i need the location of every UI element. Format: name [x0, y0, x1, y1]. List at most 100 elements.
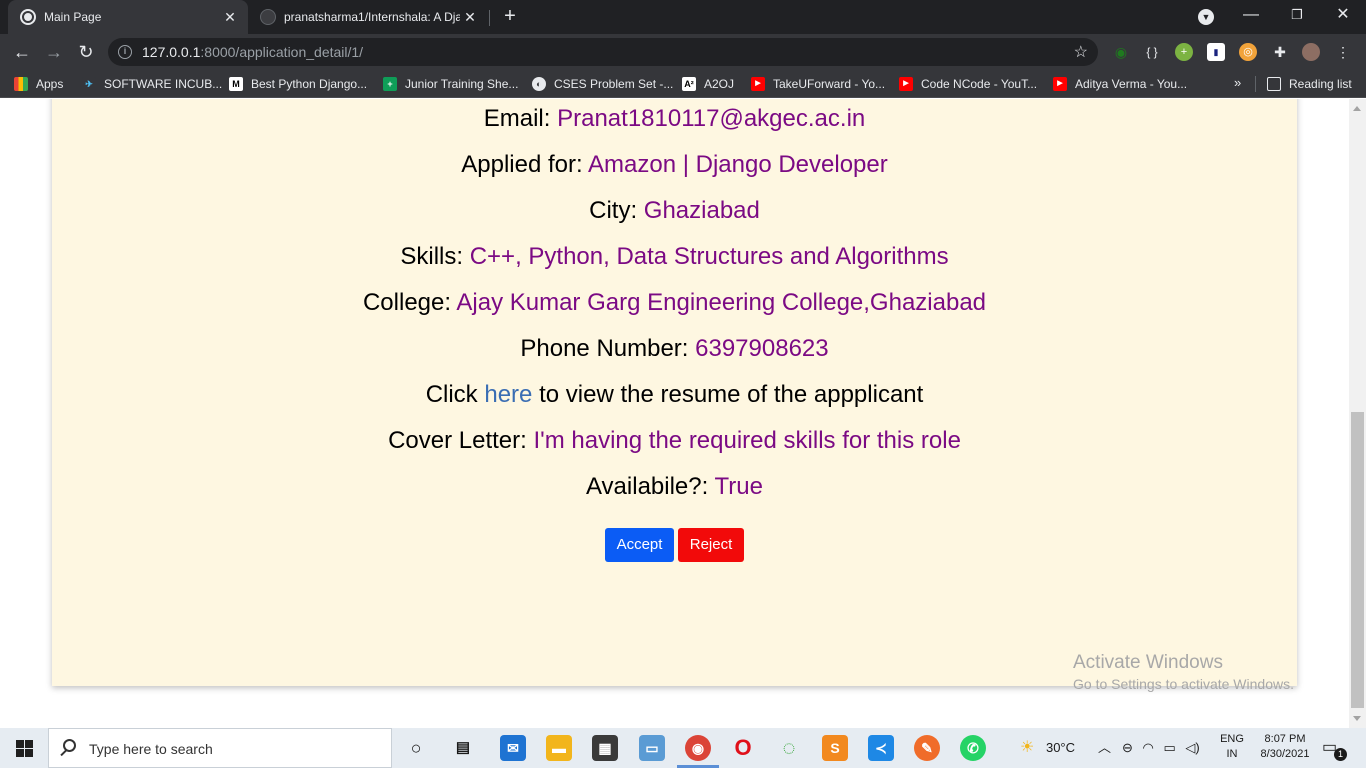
scrollbar-thumb[interactable] [1351, 412, 1364, 708]
skills-label: Skills: [400, 243, 464, 270]
reject-button[interactable]: Reject [678, 528, 744, 562]
scroll-up-arrow-icon[interactable] [1353, 106, 1361, 111]
profile-avatar[interactable] [1302, 43, 1320, 61]
language-indicator[interactable]: ENG IN [1219, 728, 1245, 768]
volume-icon[interactable]: ◁) [1185, 740, 1199, 755]
vscode-icon[interactable]: ≺ [868, 735, 894, 761]
tab-title: pranatsharma1/Internshala: A Dja [284, 10, 460, 24]
close-window-button[interactable]: ✕ [1320, 0, 1366, 34]
postman-icon[interactable]: ✎ [914, 735, 940, 761]
opera-icon[interactable]: O [730, 735, 756, 761]
address-bar[interactable]: i 127.0.0.1:8000/application_detail/1/ ☆ [108, 38, 1098, 66]
back-button[interactable]: ← [10, 40, 34, 64]
minimize-button[interactable]: — [1228, 0, 1274, 34]
tab-github-internshala[interactable]: pranatsharma1/Internshala: A Dja ✕ [252, 0, 488, 34]
bookmark-best-python-django[interactable]: M Best Python Django... [229, 76, 367, 92]
close-tab-icon[interactable]: ✕ [220, 9, 240, 26]
restore-button[interactable]: ❐ [1274, 0, 1320, 34]
extension-green-icon[interactable]: ◉ [1112, 43, 1130, 61]
vertical-scrollbar[interactable] [1349, 99, 1366, 728]
bookmark-code-ncode[interactable]: ▶ Code NCode - YouT... [899, 76, 1037, 92]
clock[interactable]: 8:07 PM 8/30/2021 [1252, 728, 1318, 768]
activate-windows-subtitle: Go to Settings to activate Windows. [1073, 676, 1294, 692]
start-button[interactable] [0, 728, 48, 768]
weather-widget[interactable]: ☀ 30°C [1020, 728, 1075, 768]
sublime-text-icon[interactable]: S [822, 735, 848, 761]
site-info-icon[interactable]: i [118, 45, 132, 59]
forward-button[interactable]: → [42, 40, 66, 64]
resume-prefix: Click [425, 381, 478, 408]
scroll-down-arrow-icon[interactable] [1353, 716, 1361, 721]
skills-value: C++, Python, Data Structures and Algorit… [469, 243, 949, 270]
college-row: College: Ajay Kumar Garg Engineering Col… [52, 289, 1297, 317]
cover-letter-value: I'm having the required skills for this … [533, 427, 961, 454]
tab-divider [489, 10, 490, 26]
search-icon [63, 739, 76, 752]
translate-extension-icon[interactable]: ▮ [1207, 43, 1225, 61]
bookmark-star-icon[interactable]: ☆ [1074, 42, 1088, 62]
app-circle-icon[interactable]: ◌ [776, 735, 802, 761]
clock-time: 8:07 PM [1264, 733, 1306, 745]
new-tab-button[interactable]: + [498, 5, 522, 29]
phone-label: Phone Number: [520, 335, 689, 362]
resume-link[interactable]: here [484, 381, 532, 408]
honey-extension-icon[interactable]: ◎ [1239, 43, 1257, 61]
weather-sun-cloud-icon: ☀ [1020, 739, 1035, 756]
reload-button[interactable]: ↻ [74, 40, 98, 64]
task-view-icon[interactable]: ▤ [450, 735, 476, 761]
medium-icon: M [229, 77, 243, 91]
bookmark-aditya-verma[interactable]: ▶ Aditya Verma - You... [1053, 76, 1187, 92]
resume-row: Click here to view the resume of the app… [52, 381, 1297, 409]
bookmark-takeuforward[interactable]: ▶ TakeUForward - Yo... [751, 76, 885, 92]
extensions-puzzle-icon[interactable]: ✚ [1271, 43, 1289, 61]
url-text[interactable]: 127.0.0.1:8000/application_detail/1/ [142, 44, 363, 60]
kebab-menu-icon[interactable]: ⋮ [1334, 43, 1352, 61]
taskbar-search-box[interactable]: Type here to search [48, 728, 392, 768]
chrome-icon[interactable]: ◉ [685, 735, 711, 761]
skills-row: Skills: C++, Python, Data Structures and… [52, 243, 1297, 271]
mail-icon[interactable]: ✉ [500, 735, 526, 761]
cortana-icon[interactable]: ○ [403, 735, 429, 761]
software-incubator-icon: ✈ [82, 77, 96, 91]
reading-list-button[interactable]: Reading list [1267, 76, 1352, 92]
bookmark-junior-training-sheet[interactable]: + Junior Training She... [383, 76, 518, 92]
store-icon[interactable]: ▦ [592, 735, 618, 761]
tab-main-page[interactable]: Main Page ✕ [8, 0, 248, 34]
show-hidden-icons-button[interactable]: ︿ [1098, 728, 1111, 768]
cover-letter-label: Cover Letter: [388, 427, 527, 454]
bookmark-software-incubator[interactable]: ✈ SOFTWARE INCUB... [82, 76, 222, 92]
close-tab-icon[interactable]: ✕ [460, 9, 480, 26]
city-value: Ghaziabad [643, 197, 760, 224]
tab-search-icon[interactable]: ▼ [1198, 9, 1214, 25]
applied-for-value: Amazon | Django Developer [588, 151, 888, 178]
battery-icon[interactable]: ▭ [1164, 740, 1176, 755]
github-icon [260, 9, 276, 25]
a2oj-icon: A² [682, 77, 696, 91]
sheets-icon: + [383, 77, 397, 91]
add-extension-icon[interactable]: + [1175, 43, 1193, 61]
bookmark-apps[interactable]: Apps [14, 76, 63, 92]
system-tray-icons[interactable]: ⊖ ◠ ▭ ◁) [1122, 728, 1200, 768]
bookmark-cses-problem-set[interactable]: ◐ CSES Problem Set -... [532, 76, 673, 92]
more-bookmarks-button[interactable]: » [1234, 75, 1241, 90]
wifi-icon[interactable]: ◠ [1143, 740, 1154, 755]
weather-temp: 30°C [1045, 740, 1076, 755]
college-label: College: [362, 289, 452, 316]
file-explorer-icon[interactable]: ▬ [546, 735, 572, 761]
availability-value: True [714, 473, 763, 500]
college-value: Ajay Kumar Garg Engineering College,Ghaz… [456, 289, 987, 316]
bookmarks-bar: Apps ✈ SOFTWARE INCUB... M Best Python D… [0, 70, 1366, 98]
cses-icon: ◐ [532, 77, 546, 91]
json-formatter-icon[interactable]: { } [1143, 43, 1161, 61]
this-pc-icon[interactable]: ▭ [639, 735, 665, 761]
availability-row: Availabile?: True [52, 473, 1297, 501]
whatsapp-icon[interactable]: ✆ [960, 735, 986, 761]
accept-button[interactable]: Accept [605, 528, 674, 562]
page-viewport: Email: Pranat1810117@akgec.ac.in Applied… [0, 99, 1349, 728]
security-icon[interactable]: ⊖ [1122, 740, 1133, 755]
bookmark-a2oj[interactable]: A² A2OJ [682, 76, 734, 92]
email-label: Email: [483, 105, 551, 132]
notification-center-button[interactable]: ▭ 1 [1322, 728, 1347, 768]
activate-windows-title: Activate Windows [1073, 652, 1223, 673]
youtube-icon: ▶ [899, 77, 913, 91]
